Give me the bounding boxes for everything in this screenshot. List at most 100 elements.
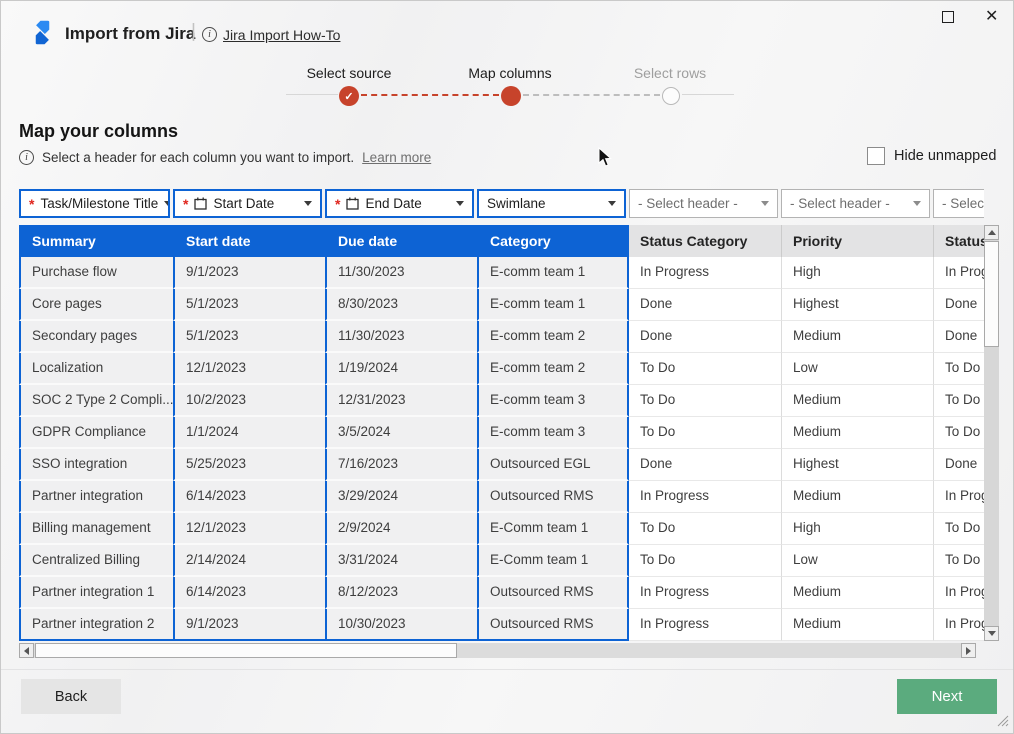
required-asterisk: * xyxy=(183,196,188,212)
footer-divider xyxy=(1,669,1014,670)
table-cell: Medium xyxy=(781,385,933,417)
learn-more-link[interactable]: Learn more xyxy=(362,150,431,165)
table-cell: In Progress xyxy=(933,609,984,641)
table-cell: Medium xyxy=(781,577,933,609)
table-cell: 10/30/2023 xyxy=(325,609,477,641)
page-title: Map your columns xyxy=(19,121,178,142)
table-cell: Done xyxy=(629,321,781,353)
table-cell: Billing management xyxy=(19,513,173,545)
close-button[interactable]: ✕ xyxy=(985,8,998,26)
step-active-indicator[interactable] xyxy=(501,86,521,106)
table-cell: Centralized Billing xyxy=(19,545,173,577)
stepper-line-upcoming xyxy=(523,94,660,96)
table-cell: To Do xyxy=(933,417,984,449)
table-cell: To Do xyxy=(629,353,781,385)
column-header-priority: Priority xyxy=(781,225,933,257)
table-cell: In Progress xyxy=(629,609,781,641)
required-asterisk: * xyxy=(335,196,340,212)
table-cell: To Do xyxy=(629,385,781,417)
horizontal-scrollbar-thumb[interactable] xyxy=(35,643,457,658)
table-cell: E-Comm team 1 xyxy=(477,513,629,545)
jira-logo-icon xyxy=(29,19,56,46)
column-header-status-category: Status Category xyxy=(629,225,781,257)
next-button[interactable]: Next xyxy=(897,679,997,714)
table-cell: Secondary pages xyxy=(19,321,173,353)
dropdown-placeholder: - Select header - xyxy=(638,196,738,211)
vertical-scrollbar[interactable] xyxy=(984,225,999,641)
dropdown-placeholder: - Select header - xyxy=(790,196,890,211)
table-cell: Partner integration 2 xyxy=(19,609,173,641)
table-cell: Outsourced RMS xyxy=(477,577,629,609)
mapping-dropdown-unmapped-2[interactable]: - Select header - xyxy=(781,189,930,218)
table-cell: 10/2/2023 xyxy=(173,385,325,417)
chevron-down-icon xyxy=(913,201,921,206)
dropdown-value: Swimlane xyxy=(487,196,546,211)
table-cell: 12/1/2023 xyxy=(173,513,325,545)
mapping-dropdown-swimlane[interactable]: Swimlane xyxy=(477,189,626,218)
table-cell: Highest xyxy=(781,289,933,321)
table-cell: Medium xyxy=(781,609,933,641)
hide-unmapped-toggle[interactable]: Hide unmapped xyxy=(867,147,996,165)
maximize-button[interactable] xyxy=(942,11,954,23)
table-cell: High xyxy=(781,257,933,289)
dropdown-value: Task/Milestone Title xyxy=(40,196,158,211)
table-cell: To Do xyxy=(933,545,984,577)
table-cell: 3/31/2024 xyxy=(325,545,477,577)
scroll-up-button[interactable] xyxy=(984,225,999,240)
table-cell: Done xyxy=(629,449,781,481)
required-asterisk: * xyxy=(29,196,34,212)
column-header-summary: Summary xyxy=(19,225,173,257)
column-header-start-date: Start date xyxy=(173,225,325,257)
scroll-left-button[interactable] xyxy=(19,643,34,658)
table-cell: GDPR Compliance xyxy=(19,417,173,449)
vertical-scrollbar-thumb[interactable] xyxy=(984,241,999,347)
scroll-down-button[interactable] xyxy=(984,626,999,641)
step-label-select-source: Select source xyxy=(307,65,392,81)
mapping-dropdown-start-date[interactable]: * Start Date xyxy=(173,189,322,218)
table-cell: E-Comm team 1 xyxy=(477,545,629,577)
column-header-status: Status xyxy=(933,225,984,257)
table-cell: E-comm team 2 xyxy=(477,321,629,353)
resize-grip[interactable] xyxy=(997,715,1009,727)
table-row: Secondary pages5/1/202311/30/2023E-comm … xyxy=(19,321,984,353)
table-cell: Partner integration 1 xyxy=(19,577,173,609)
table-row: Purchase flow9/1/202311/30/2023E-comm te… xyxy=(19,257,984,289)
scroll-right-button[interactable] xyxy=(961,643,976,658)
jira-howto-link[interactable]: Jira Import How-To xyxy=(223,27,340,43)
table-cell: Purchase flow xyxy=(19,257,173,289)
dropdown-value: Start Date xyxy=(213,196,274,211)
arrow-up-icon xyxy=(988,230,996,235)
back-button[interactable]: Back xyxy=(21,679,121,714)
table-cell: Done xyxy=(629,289,781,321)
column-mapping-row: * Task/Milestone Title * Start Date * En… xyxy=(19,189,984,219)
table-cell: 5/25/2023 xyxy=(173,449,325,481)
dropdown-placeholder: - Select header - xyxy=(942,196,984,211)
column-header-category: Category xyxy=(477,225,629,257)
table-cell: E-comm team 3 xyxy=(477,385,629,417)
hide-unmapped-label: Hide unmapped xyxy=(894,148,996,164)
table-cell: Low xyxy=(781,545,933,577)
mapping-dropdown-end-date[interactable]: * End Date xyxy=(325,189,474,218)
table-cell: Highest xyxy=(781,449,933,481)
arrow-down-icon xyxy=(988,631,996,636)
table-cell: Outsourced RMS xyxy=(477,481,629,513)
step-upcoming-indicator[interactable] xyxy=(662,87,680,105)
table-cell: 11/30/2023 xyxy=(325,321,477,353)
table-cell: E-comm team 3 xyxy=(477,417,629,449)
instruction-text: Select a header for each column you want… xyxy=(42,150,354,165)
table-cell: SSO integration xyxy=(19,449,173,481)
table-cell: In Progress xyxy=(629,577,781,609)
table-cell: In Progress xyxy=(629,257,781,289)
mapping-dropdown-task-title[interactable]: * Task/Milestone Title xyxy=(19,189,170,218)
table-row: SSO integration5/25/20237/16/2023Outsour… xyxy=(19,449,984,481)
table-cell: Medium xyxy=(781,481,933,513)
step-done-indicator[interactable]: ✓ xyxy=(339,86,359,106)
horizontal-scrollbar[interactable] xyxy=(19,643,976,658)
table-cell: 8/12/2023 xyxy=(325,577,477,609)
mapping-dropdown-unmapped-1[interactable]: - Select header - xyxy=(629,189,778,218)
step-label-map-columns: Map columns xyxy=(468,65,551,81)
mapping-dropdown-unmapped-3[interactable]: - Select header - xyxy=(933,189,984,218)
hide-unmapped-checkbox[interactable] xyxy=(867,147,885,165)
table-cell: 6/14/2023 xyxy=(173,481,325,513)
table-cell: Medium xyxy=(781,321,933,353)
